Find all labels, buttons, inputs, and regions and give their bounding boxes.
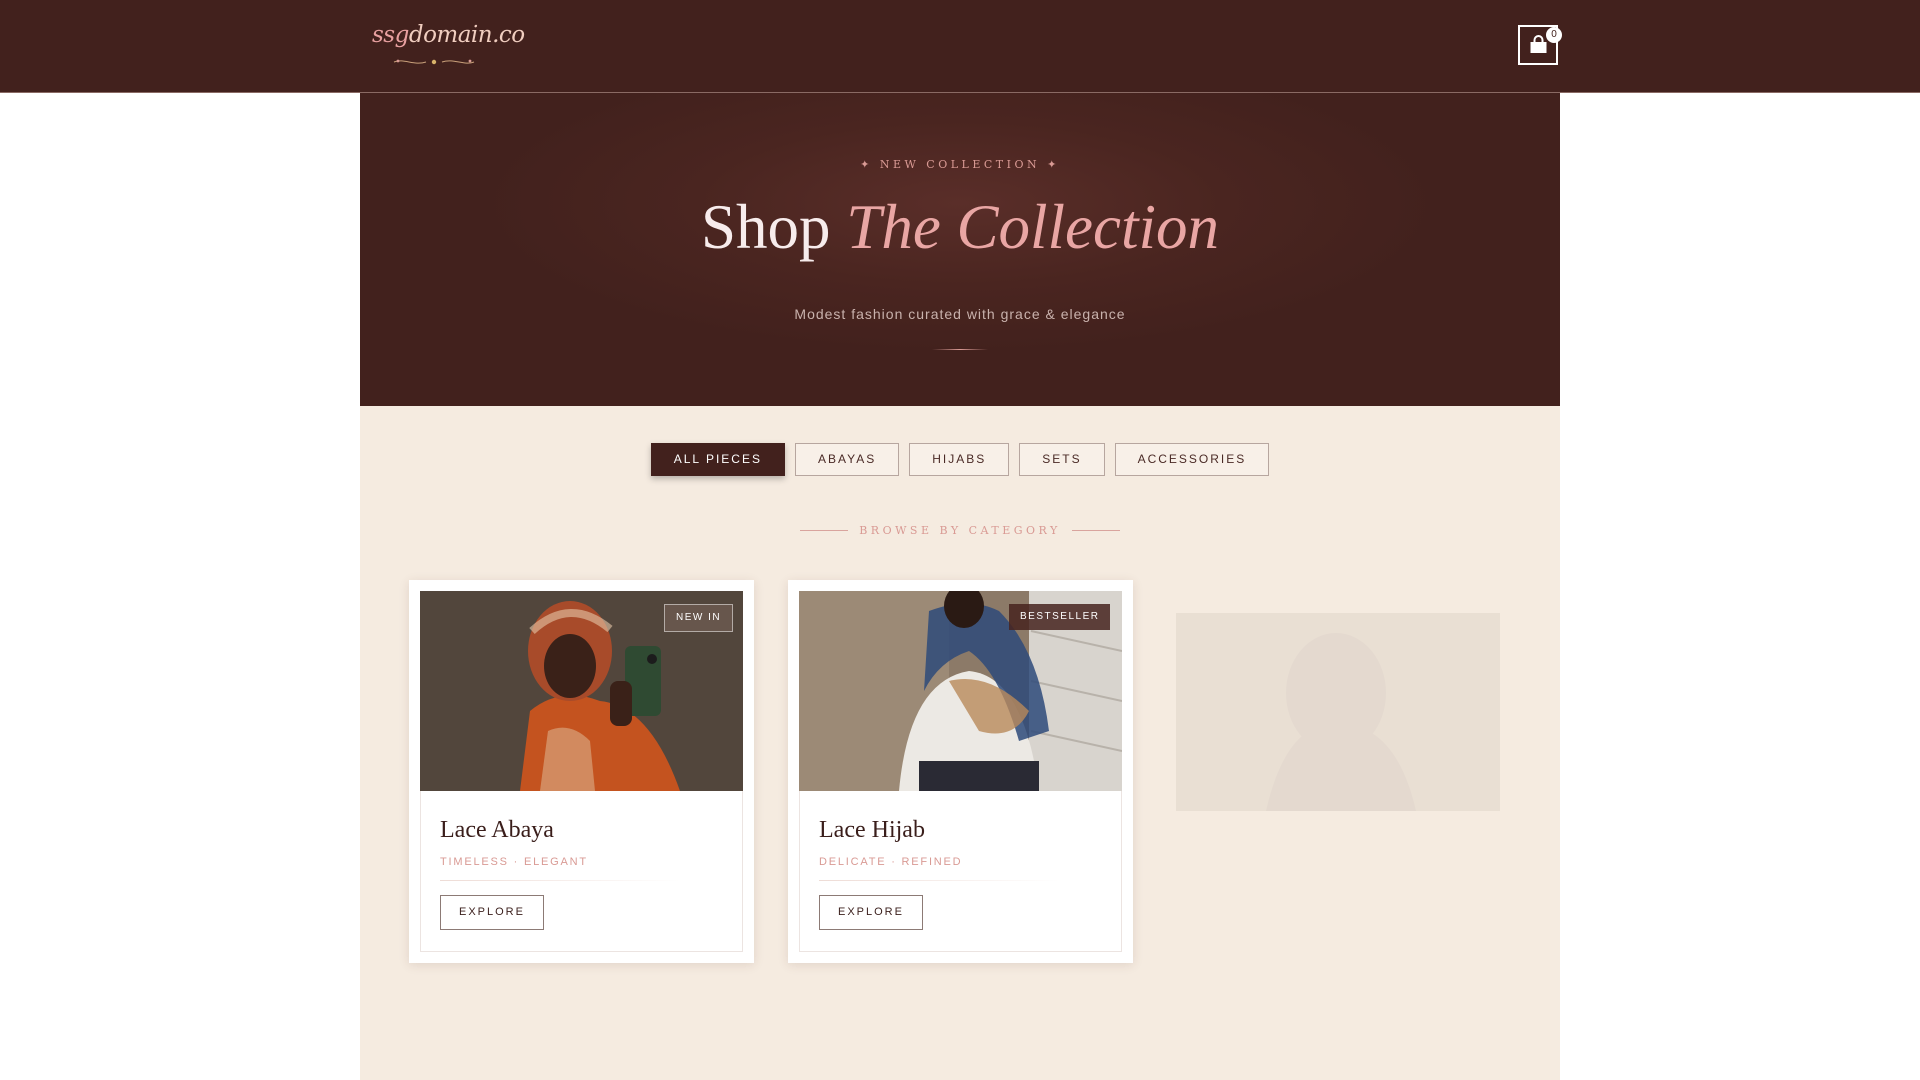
hero-eyebrow: ✦ NEW COLLECTION ✦: [860, 158, 1060, 171]
cart-count-badge: 0: [1546, 27, 1562, 43]
product-card[interactable]: NEW IN Lace Abaya TIMELESS · ELEGANT EXP…: [409, 580, 754, 963]
filter-accessories[interactable]: ACCESSORIES: [1114, 443, 1270, 476]
shopping-bag-icon: [1530, 35, 1547, 53]
filter-hijabs[interactable]: HIJABS: [909, 443, 1010, 476]
filter-all-pieces[interactable]: ALL PIECES: [650, 443, 785, 476]
logo-text: ssgdomain.co: [372, 22, 525, 48]
browse-heading: BROWSE BY CATEGORY: [859, 524, 1061, 537]
card-divider: [819, 880, 1059, 881]
product-tags: DELICATE · REFINED: [819, 856, 963, 868]
logo-flourish-icon: [393, 59, 475, 65]
filter-sets[interactable]: SETS: [1019, 443, 1105, 476]
main-content: ✦ NEW COLLECTION ✦ Shop The Collection M…: [360, 93, 1560, 1080]
hero-subtitle: Modest fashion curated with grace & eleg…: [794, 306, 1126, 322]
hero-title: Shop The Collection: [700, 192, 1219, 262]
site-logo[interactable]: ssgdomain.co: [372, 22, 525, 72]
loading-card-image: [1176, 613, 1500, 811]
filter-abayas[interactable]: ABAYAS: [794, 443, 900, 476]
product-name[interactable]: Lace Abaya: [440, 817, 554, 844]
product-name[interactable]: Lace Hijab: [819, 817, 925, 844]
site-header: ssgdomain.co 0: [0, 0, 1920, 93]
badge-bestseller: BESTSELLER: [1009, 604, 1111, 630]
product-card[interactable]: BESTSELLER Lace Hijab DELICATE · REFINED…: [788, 580, 1133, 963]
badge-new-in: NEW IN: [664, 604, 734, 632]
category-filters: ALL PIECES ABAYAS HIJABS SETS ACCESSORIE…: [360, 443, 1560, 476]
hero-divider: [932, 349, 988, 350]
browse-line-right: [1072, 530, 1120, 531]
product-tags: TIMELESS · ELEGANT: [440, 856, 588, 868]
hero-banner: ✦ NEW COLLECTION ✦ Shop The Collection M…: [360, 93, 1560, 406]
explore-button[interactable]: EXPLORE: [819, 895, 923, 930]
card-divider: [440, 880, 680, 881]
explore-button[interactable]: EXPLORE: [440, 895, 544, 930]
